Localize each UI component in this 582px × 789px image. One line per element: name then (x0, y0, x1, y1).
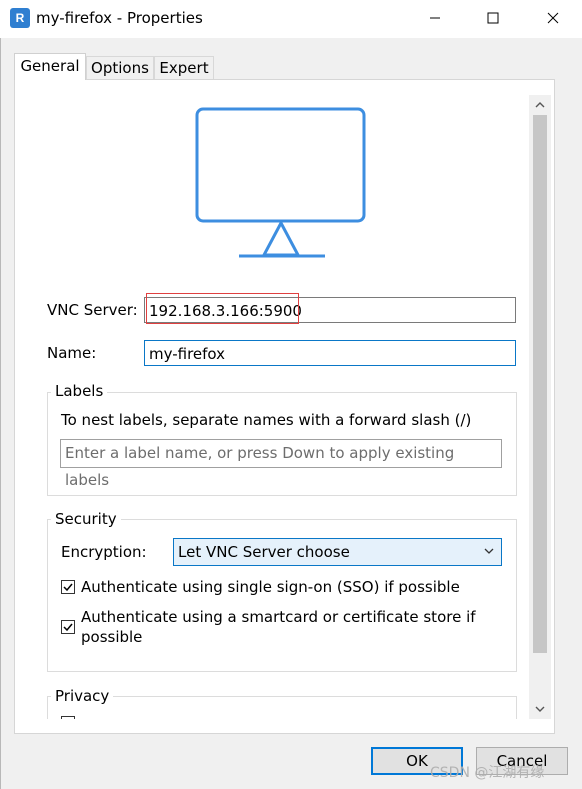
app-icon: R (10, 8, 30, 28)
minimize-icon (430, 17, 440, 19)
tab-options[interactable]: Options (86, 56, 154, 79)
highlight-box (146, 293, 299, 324)
encryption-value: Let VNC Server choose (178, 543, 350, 561)
title-bar: R my-firefox - Properties (0, 0, 582, 38)
checkmark-icon (63, 583, 73, 592)
sso-checkbox[interactable] (61, 580, 75, 594)
tab-general[interactable]: General (14, 53, 86, 80)
smartcard-label-line2: possible (81, 628, 143, 646)
name-input[interactable]: my-firefox (144, 340, 516, 366)
maximize-button[interactable] (464, 0, 522, 36)
privacy-group-title: Privacy (51, 687, 114, 705)
encryption-select[interactable]: Let VNC Server choose (173, 538, 502, 566)
chevron-down-icon (535, 706, 545, 712)
vertical-scrollbar[interactable] (529, 95, 551, 719)
smartcard-label-line1: Authenticate using a smartcard or certif… (81, 608, 476, 626)
checkmark-icon (63, 623, 73, 632)
encryption-label: Encryption: (61, 543, 147, 561)
window-left-edge (0, 38, 1, 789)
smartcard-checkbox[interactable] (61, 620, 75, 634)
chevron-up-icon (535, 102, 545, 108)
scroll-down-button[interactable] (529, 699, 551, 719)
close-icon (547, 12, 559, 24)
security-group-title: Security (51, 510, 121, 528)
maximize-icon (487, 12, 499, 24)
scroll-thumb[interactable] (533, 115, 547, 653)
close-button[interactable] (524, 0, 582, 36)
vnc-server-label: VNC Server: (47, 301, 138, 319)
labels-hint: To nest labels, separate names with a fo… (61, 411, 472, 429)
label-input[interactable]: Enter a label name, or press Down to app… (60, 439, 502, 489)
privacy-checkbox[interactable] (61, 716, 75, 719)
tab-expert[interactable]: Expert (154, 56, 214, 79)
name-label: Name: (47, 344, 97, 362)
window-title: my-firefox - Properties (36, 9, 203, 27)
privacy-group (47, 696, 517, 719)
sso-label: Authenticate using single sign-on (SSO) … (81, 578, 460, 596)
scroll-up-button[interactable] (529, 95, 551, 115)
tab-strip: General Options Expert (14, 53, 314, 80)
monitor-icon (195, 107, 366, 258)
minimize-button[interactable] (406, 0, 464, 36)
watermark: CSDN @江湖有缘 (430, 765, 545, 781)
chevron-down-icon (484, 548, 494, 554)
labels-group-title: Labels (51, 382, 108, 400)
